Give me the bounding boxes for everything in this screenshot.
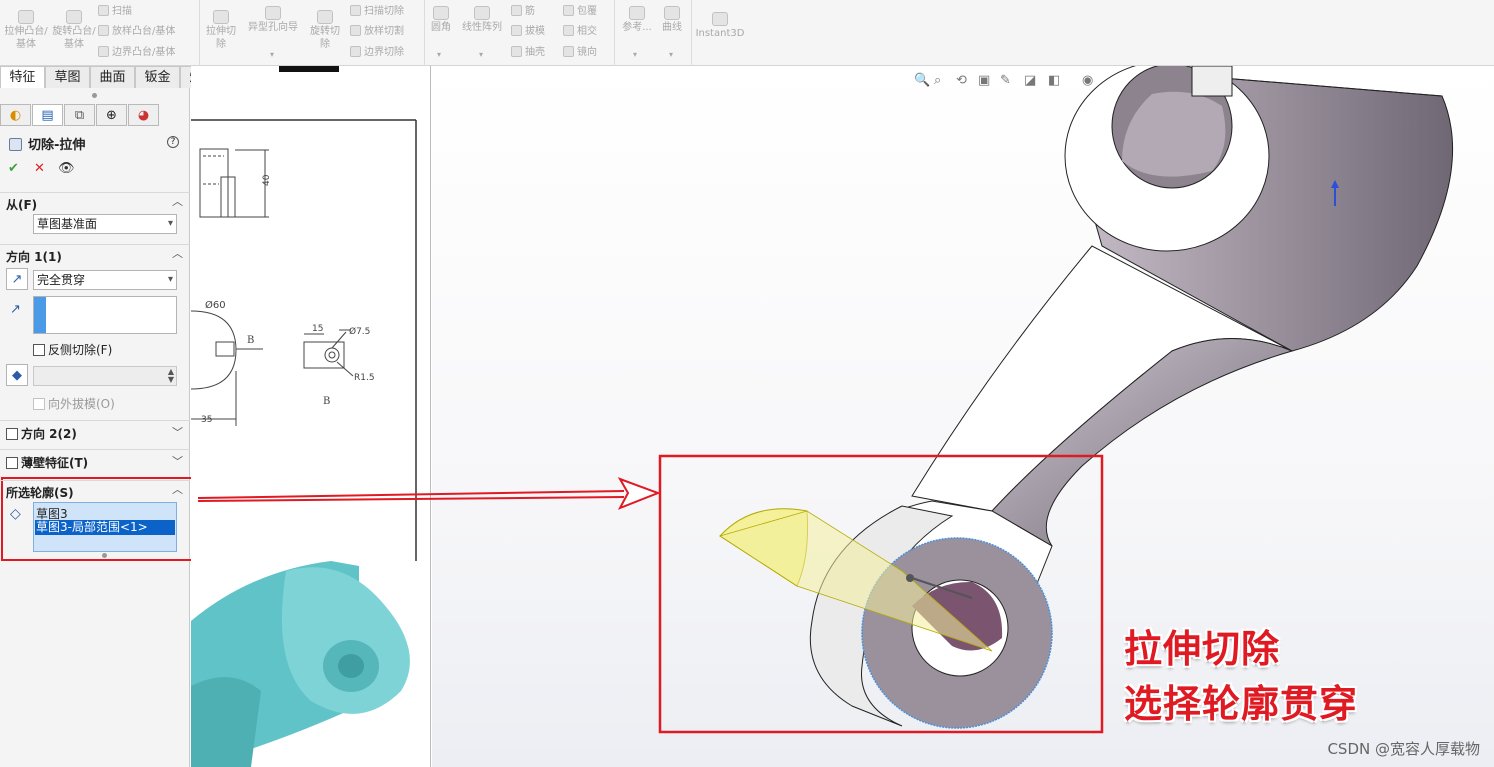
annotation-line-2: 选择轮廓贯穿 bbox=[1124, 682, 1359, 726]
watermark: CSDN @宽容人厚载物 bbox=[1327, 740, 1480, 758]
callout-arrow-head-icon bbox=[617, 477, 661, 510]
annotation-line-1: 拉伸切除 bbox=[1124, 627, 1281, 671]
